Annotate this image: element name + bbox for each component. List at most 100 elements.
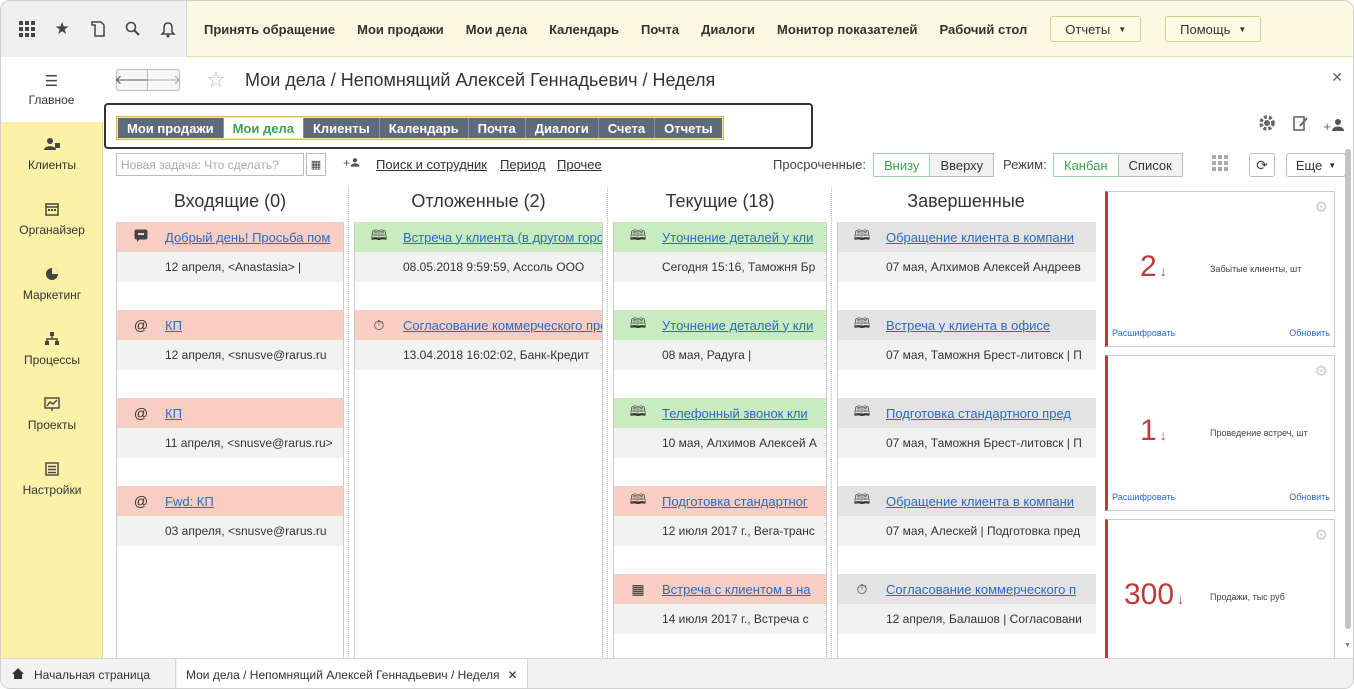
task-title-link[interactable]: Уточнение деталей у кли (662, 230, 813, 245)
search-employee-link[interactable]: Поиск и сотрудник (376, 157, 487, 172)
task-title-link[interactable]: Подготовка стандартного пред (886, 406, 1071, 421)
mode-list-button[interactable]: Список (1118, 153, 1183, 177)
sidebar-item-main[interactable]: ☰ Главное (1, 57, 103, 122)
task-card[interactable]: @ КП 11 апреля, <snusve@rarus.ru> (117, 398, 343, 486)
task-card[interactable]: 🕮 Телефонный звонок кли 10 мая, Алхимов А… (614, 398, 826, 486)
task-card[interactable]: 🕮 Уточнение деталей у кли Сегодня 15:16, … (614, 222, 826, 310)
task-card[interactable]: ⏱ Согласование коммерческого п 12 апреля,… (838, 574, 1096, 658)
sidebar-item-organizer[interactable]: Органайзер (1, 187, 103, 252)
task-card[interactable]: 🕮 Подготовка стандартног 12 июля 2017 г.,… (614, 486, 826, 574)
task-title-link[interactable]: Обращение клиента в компани (886, 494, 1074, 509)
refresh-link[interactable]: Обновить (1289, 328, 1330, 338)
new-task-input[interactable]: Новая задача: Что сделать? (116, 153, 304, 176)
more-dropdown[interactable]: Еще ▼ (1286, 153, 1346, 177)
tab-invoices[interactable]: Счета (598, 118, 656, 138)
tab-my-sales[interactable]: Мои продажи (118, 118, 224, 138)
task-card[interactable]: 🕮 Уточнение деталей у кли 08 мая, Радуга … (614, 310, 826, 398)
task-card[interactable]: 🕮 Обращение клиента в компани 07 мая, Алх… (838, 222, 1096, 310)
reports-dropdown[interactable]: Отчеты ▼ (1050, 16, 1142, 42)
refresh-link[interactable]: Обновить (1289, 492, 1330, 502)
scrollbar-thumb[interactable] (1345, 149, 1351, 629)
task-title-link[interactable]: КП (165, 318, 182, 333)
gear-icon[interactable]: ⚙ (1315, 198, 1328, 216)
tab-current-label: Мои дела / Непомнящий Алексей Геннадьеви… (186, 668, 500, 682)
close-icon[interactable]: ✕ (1331, 69, 1343, 86)
task-card[interactable]: 🕮 Встреча у клиента (в другом горо 08.05.… (355, 222, 602, 310)
sidebar-item-settings[interactable]: Настройки (1, 447, 103, 512)
task-card[interactable]: 🕮 Подготовка стандартного пред 07 мая, Та… (838, 398, 1096, 486)
decode-link[interactable]: Расшифровать (1112, 492, 1175, 502)
help-dropdown[interactable]: Помощь ▼ (1165, 16, 1262, 42)
task-title-link[interactable]: КП (165, 406, 182, 421)
overdue-bottom-button[interactable]: Внизу (873, 153, 931, 177)
task-card[interactable]: ⏱ Согласование коммерческого пре 13.04.20… (355, 310, 602, 398)
task-card[interactable]: ▦ Встреча с клиентом в на 14 июля 2017 г.… (614, 574, 826, 658)
overdue-top-button[interactable]: Вверху (930, 153, 995, 177)
task-title-link[interactable]: Согласование коммерческого п (886, 582, 1076, 597)
decode-link[interactable]: Расшифровать (1112, 328, 1175, 338)
task-card[interactable]: Добрый день! Просьба пом 12 апреля, <Ana… (117, 222, 343, 310)
period-link[interactable]: Период (500, 157, 546, 172)
arrow-down-icon: ↓ (1177, 591, 1185, 607)
sidebar-item-projects[interactable]: Проекты (1, 382, 103, 447)
add-user-icon[interactable]: + (343, 156, 360, 170)
search-icon[interactable] (115, 11, 150, 47)
back-arrow-icon[interactable]: 🡐 (115, 69, 149, 91)
tab-dialogs[interactable]: Диалоги (525, 118, 599, 138)
vertical-scrollbar[interactable]: ▼ (1344, 139, 1352, 649)
close-icon[interactable]: ✕ (507, 668, 517, 682)
gear-icon[interactable]: ⚙ (1315, 526, 1328, 544)
settings-icon (45, 462, 59, 480)
forward-arrow-icon[interactable]: 🡒 (146, 69, 181, 91)
top-menu-mail[interactable]: Почта (641, 22, 679, 37)
tab-calendar[interactable]: Календарь (379, 118, 469, 138)
task-card[interactable]: @ Fwd: КП 03 апреля, <snusve@rarus.ru (117, 486, 343, 574)
gear-icon[interactable]: ⚙ (1315, 362, 1328, 380)
task-title-link[interactable]: Подготовка стандартног (662, 494, 808, 509)
task-card[interactable]: 🕮 Обращение клиента в компани 07 мая, Але… (838, 486, 1096, 574)
task-title-link[interactable]: Обращение клиента в компани (886, 230, 1074, 245)
bell-icon[interactable] (151, 11, 186, 47)
tab-my-tasks[interactable]: Мои дела (223, 118, 304, 138)
sidebar-item-processes[interactable]: Процессы (1, 317, 103, 382)
history-icon[interactable] (80, 11, 115, 47)
top-menu-calendar[interactable]: Календарь (549, 22, 619, 37)
tab-home-page[interactable]: Начальная страница (1, 659, 176, 688)
scroll-down-icon[interactable]: ▼ (1344, 642, 1351, 649)
top-menu-accept-request[interactable]: Принять обращение (204, 22, 335, 37)
sidebar-item-clients[interactable]: Клиенты (1, 122, 103, 187)
calendar-icon[interactable]: ▦ (306, 153, 326, 176)
task-title-link[interactable]: Встреча с клиентом в на (662, 582, 810, 597)
top-menu-desktop[interactable]: Рабочий стол (939, 22, 1027, 37)
sidebar-item-label: Главное (28, 93, 75, 107)
task-title-link[interactable]: Встреча у клиента (в другом горо (403, 230, 602, 245)
gear-icon[interactable] (1257, 113, 1277, 138)
refresh-icon[interactable]: ⟳ (1249, 153, 1275, 177)
star-icon[interactable]: ★ (44, 11, 79, 47)
task-title-link[interactable]: Fwd: КП (165, 494, 214, 509)
apps-grid-icon[interactable] (9, 11, 44, 47)
top-menu-my-sales[interactable]: Мои продажи (357, 22, 444, 37)
kpi-value: 2 ↓ (1140, 250, 1167, 283)
task-card[interactable]: 🕮 Встреча у клиента в офисе 07 мая, Тамож… (838, 310, 1096, 398)
tab-reports[interactable]: Отчеты (655, 118, 722, 138)
tab-current-page[interactable]: Мои дела / Непомнящий Алексей Геннадьеви… (177, 659, 528, 688)
clipboard-edit-icon[interactable] (1291, 114, 1309, 137)
task-title-link[interactable]: Добрый день! Просьба пом (165, 230, 330, 245)
task-title-link[interactable]: Уточнение деталей у кли (662, 318, 813, 333)
top-menu-dialogs[interactable]: Диалоги (701, 22, 755, 37)
task-title-link[interactable]: Встреча у клиента в офисе (886, 318, 1050, 333)
grid-view-icon[interactable] (1212, 155, 1228, 175)
favorite-star-icon[interactable]: ☆ (206, 67, 226, 93)
add-user-icon[interactable]: + (1323, 118, 1345, 134)
task-title-link[interactable]: Согласование коммерческого пре (403, 318, 602, 333)
tab-clients[interactable]: Клиенты (303, 118, 380, 138)
top-menu-kpi-monitor[interactable]: Монитор показателей (777, 22, 917, 37)
task-title-link[interactable]: Телефонный звонок кли (662, 406, 808, 421)
sidebar-item-marketing[interactable]: Маркетинг (1, 252, 103, 317)
mode-kanban-button[interactable]: Канбан (1053, 153, 1119, 177)
other-link[interactable]: Прочее (557, 157, 602, 172)
top-menu-my-tasks[interactable]: Мои дела (466, 22, 527, 37)
tab-mail[interactable]: Почта (468, 118, 526, 138)
task-card[interactable]: @ КП 12 апреля, <snusve@rarus.ru (117, 310, 343, 398)
